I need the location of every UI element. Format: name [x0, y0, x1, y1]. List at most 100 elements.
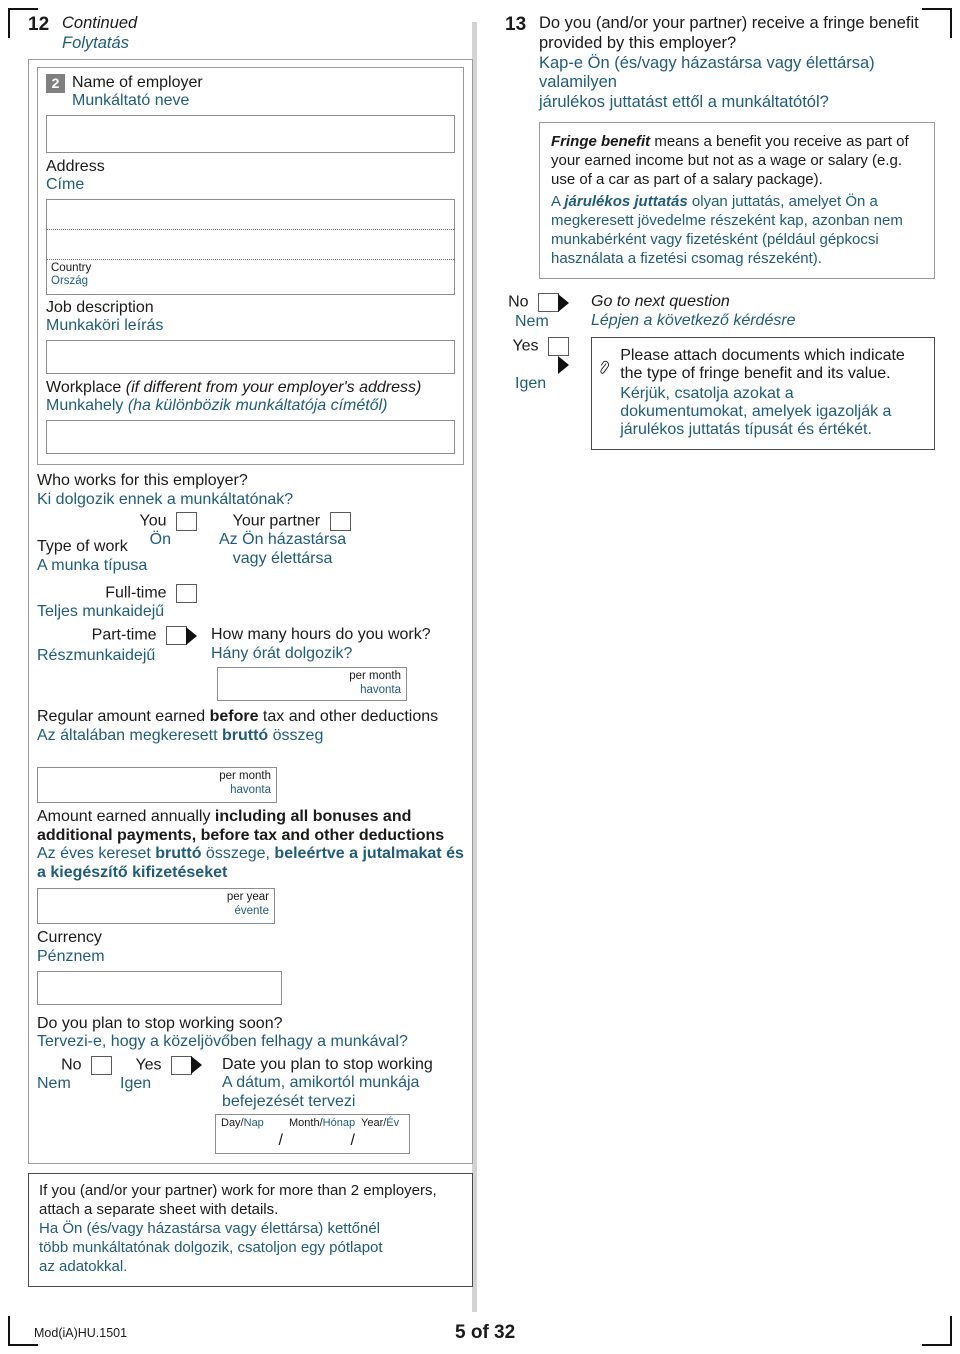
stop-yes-arrow-icon	[191, 1056, 202, 1075]
note-hu-line-1: Ha Ön (és/vagy házastársa vagy élettársa…	[39, 1220, 381, 1238]
date-day-header: Day/Nap	[221, 1117, 264, 1130]
hours-question-en: How many hours do you work?	[211, 626, 431, 644]
stop-no-checkbox[interactable]	[91, 1055, 112, 1075]
note-en-line-1: If you (and/or your partner) work for mo…	[39, 1182, 437, 1200]
stop-date-input[interactable]: Day/Nap Month/Hónap Year/Év / /	[215, 1114, 410, 1155]
question-12-title-en: Continued	[62, 14, 138, 32]
address-country-input[interactable]: Country Ország	[47, 260, 454, 294]
address-line-2-input[interactable]	[47, 230, 454, 260]
annual-amount-unit-en: per year	[226, 891, 269, 904]
page-number: 5 of 32	[455, 1322, 516, 1343]
you-label-en: You	[139, 512, 167, 530]
stop-date-input-wrap: Day/Nap Month/Hónap Year/Év / /	[215, 1114, 464, 1155]
part-time-checkbox[interactable]	[166, 626, 187, 646]
employer-address-input-group: Country Ország	[46, 198, 455, 295]
fringe-benefit-definition-box: Fringe benefit means a benefit you recei…	[539, 121, 935, 280]
question-12-body: 2 Name of employer Munkáltató neve Addre…	[28, 58, 473, 1165]
job-description-label-en: Job description	[46, 298, 154, 316]
date-field-inputs[interactable]: / /	[216, 1129, 409, 1153]
full-time-label-en: Full-time	[105, 584, 167, 602]
employer-address-label-en: Address	[46, 157, 105, 175]
employer-name-label-hu: Munkáltató neve	[72, 92, 190, 110]
paperclip-icon	[600, 360, 610, 374]
stop-yes-option: Yes Igen	[120, 1055, 202, 1094]
question-12-number: 12	[28, 14, 50, 35]
date-year-header: Year/Év	[361, 1117, 400, 1130]
definition-hu: A járulékos juttatás olyan juttatás, ame…	[551, 192, 903, 268]
workplace-label-en: Workplace (if different from your employ…	[46, 378, 422, 396]
fringe-no-label-en: No	[508, 294, 529, 312]
fringe-yes-arrow-icon	[558, 356, 569, 375]
question-12-title: Continued Folytatás	[62, 14, 137, 54]
question-13-en-line-2: provided by this employer?	[539, 33, 737, 52]
partner-label-en: Your partner	[232, 512, 321, 530]
annual-amount-input[interactable]: per year évente	[37, 888, 275, 925]
fringe-yes-checkbox[interactable]	[548, 337, 569, 357]
employer-name-header: 2 Name of employer Munkáltató neve	[46, 73, 455, 111]
question-13-column: 13 Do you (and/or your partner) receive …	[505, 14, 935, 451]
you-checkbox[interactable]	[176, 512, 197, 532]
regular-amount-unit-en: per month	[219, 770, 271, 783]
annual-amount-unit-caption: per year évente	[227, 891, 269, 919]
job-description-label-hu: Munkaköri leírás	[46, 317, 164, 335]
hours-question-hu: Hány órát dolgozik?	[211, 644, 353, 662]
goto-next-hu: Lépjen a következő kérdésre	[591, 311, 796, 329]
question-12-title-hu: Folytatás	[62, 33, 129, 52]
regular-amount-input[interactable]: per month havonta	[37, 767, 277, 804]
stop-yes-checkbox[interactable]	[171, 1055, 192, 1075]
partner-checkbox[interactable]	[329, 512, 351, 532]
full-time-option: Full-time Teljes munkaidejű	[37, 583, 464, 622]
question-13-number: 13	[505, 14, 527, 35]
fringe-yes-label-hu: Igen	[515, 374, 547, 392]
attach-text-group: Please attach documents which indicate t…	[620, 347, 924, 439]
note-hu-line-2: több munkáltatónak dolgozik, csatoljon e…	[39, 1238, 383, 1256]
date-field-headers: Day/Nap Month/Hónap Year/Év	[216, 1115, 409, 1129]
fringe-yes-row: Yes Igen Please attach documents which i…	[505, 337, 935, 451]
stop-working-options: No Nem Yes Igen Date you plan to stop wo…	[37, 1055, 464, 1112]
note-hu-line-3: az adatokkal.	[39, 1257, 128, 1275]
regular-amount-unit-hu: havonta	[230, 784, 271, 797]
stop-date-label-hu-2: befejezését tervezi	[222, 1092, 356, 1110]
job-description-input[interactable]	[46, 339, 455, 374]
hours-worked-group: How many hours do you work? Hány órát do…	[211, 626, 431, 663]
full-time-checkbox[interactable]	[176, 583, 197, 603]
form-code: Mod(iA)HU.1501	[34, 1326, 128, 1340]
fringe-no-checkbox[interactable]	[538, 293, 559, 313]
question-13-text: Do you (and/or your partner) receive a f…	[539, 14, 935, 113]
form-page: 12 Continued Folytatás 2 Name of employe…	[0, 0, 960, 1354]
question-13-hu-line-1: Kap-e Ön (és/vagy házastársa vagy élettá…	[539, 53, 875, 92]
date-month-sep: /	[350, 1132, 355, 1150]
employer-name-label-en: Name of employer	[72, 73, 203, 91]
part-time-label-en: Part-time	[91, 627, 157, 645]
partner-label-hu-2: vagy élettársa	[232, 549, 333, 567]
currency-label-hu: Pénznem	[37, 948, 105, 966]
stop-working-question-hu: Tervezi-e, hogy a közeljövőben felhagy a…	[37, 1033, 408, 1051]
currency-input[interactable]	[37, 970, 282, 1005]
goto-next-en: Go to next question	[591, 293, 730, 311]
hours-unit-hu: havonta	[360, 683, 401, 696]
goto-next-group: Go to next question Lépjen a következő k…	[591, 293, 796, 330]
full-time-label-hu: Teljes munkaidejű	[37, 602, 165, 620]
address-line-1-input[interactable]	[47, 200, 454, 230]
hours-input[interactable]: per month havonta	[217, 667, 407, 702]
attach-text-hu: Kérjük, csatolja azokat a dokumentumokat…	[620, 385, 892, 439]
question-13-hu-line-2: járulékos juttatást ettől a munkáltatótó…	[539, 93, 829, 112]
regular-amount-label-en: Regular amount earned before tax and oth…	[37, 708, 439, 726]
regular-amount-unit-caption: per month havonta	[219, 770, 271, 798]
employer-name-input[interactable]	[46, 114, 455, 153]
country-label-hu: Ország	[51, 275, 89, 288]
fringe-no-label-hu: Nem	[515, 312, 549, 330]
workplace-input[interactable]	[46, 419, 455, 454]
stop-no-label-en: No	[61, 1056, 82, 1074]
date-day-sep: /	[278, 1132, 283, 1150]
question-13-header: 13 Do you (and/or your partner) receive …	[505, 14, 935, 113]
part-time-label-hu: Részmunkaidejű	[37, 646, 156, 664]
stop-date-group: Date you plan to stop working A dátum, a…	[222, 1056, 433, 1112]
definition-en: Fringe benefit means a benefit you recei…	[551, 132, 909, 189]
annual-amount-unit-hu: évente	[234, 905, 269, 918]
regular-amount-label-hu: Az általában megkeresett bruttó összeg	[37, 726, 324, 744]
who-works-partner-option: Your partner Az Ön házastársa vagy élett…	[219, 512, 364, 568]
fringe-yes-label-en: Yes	[512, 337, 539, 355]
question-13-en-line-1: Do you (and/or your partner) receive a f…	[539, 14, 919, 32]
employer-address-label-hu: Címe	[46, 176, 85, 194]
